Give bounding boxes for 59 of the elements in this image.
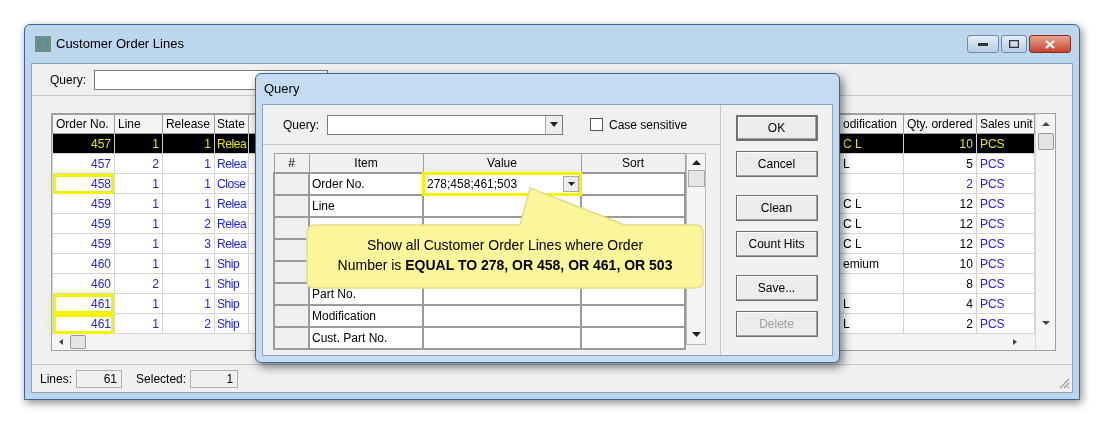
scrollbar-thumb[interactable] xyxy=(687,170,705,187)
scroll-up-icon[interactable] xyxy=(1041,121,1050,127)
query-combo[interactable] xyxy=(327,114,563,135)
minimize-icon xyxy=(978,42,988,46)
checkbox[interactable] xyxy=(590,118,603,131)
scroll-right-icon[interactable] xyxy=(1011,338,1019,346)
selected-label: Selected: xyxy=(136,370,187,388)
maximize-button[interactable] xyxy=(1001,35,1027,53)
lines-label: Lines: xyxy=(40,370,73,388)
window-title: Customer Order Lines xyxy=(56,35,184,54)
table-cell: 459 xyxy=(52,193,115,214)
dropdown-icon xyxy=(550,122,558,127)
dialog-button: Delete xyxy=(735,311,818,337)
minimize-button[interactable] xyxy=(967,35,999,53)
column-header[interactable]: Sales unit xyxy=(976,114,1035,134)
table-cell: 461 xyxy=(52,293,115,314)
column-header[interactable]: Line xyxy=(114,114,163,134)
table-cell: 457 xyxy=(52,133,115,154)
dialog-button[interactable]: Clean xyxy=(735,195,818,221)
column-header[interactable]: Item xyxy=(309,153,423,173)
query-label: Query: xyxy=(283,116,319,134)
column-header[interactable]: State xyxy=(214,114,249,134)
dialog-button[interactable]: Count Hits xyxy=(735,231,818,257)
table-cell: 459 xyxy=(52,233,115,254)
query-label: Query: xyxy=(50,71,86,89)
table-cell: 460 xyxy=(52,253,115,274)
callout-text: Show all Customer Order Lines where Order Number is EQUAL TO 278, OR 458, OR 461, OR 503 xyxy=(336,236,674,275)
dialog-title: Query xyxy=(264,80,300,99)
column-header[interactable]: Sort xyxy=(581,153,685,173)
dialog-button[interactable]: Save... xyxy=(735,275,818,301)
table-cell: 461 xyxy=(52,313,115,334)
table-cell[interactable]: Order No. xyxy=(309,173,423,195)
lines-count: 61 xyxy=(76,369,123,388)
app-icon xyxy=(35,36,51,52)
table-cell: 458 xyxy=(52,173,115,194)
selected-count: 1 xyxy=(190,369,239,388)
table-cell: 457 xyxy=(52,153,115,174)
dialog-button[interactable]: Cancel xyxy=(735,151,818,177)
value-field[interactable]: 278;458;461;503 xyxy=(425,175,579,193)
table-cell: 459 xyxy=(52,213,115,234)
checkbox-label: Case sensitive xyxy=(609,116,688,134)
column-header[interactable]: Release xyxy=(162,114,215,134)
scroll-up-icon[interactable] xyxy=(691,160,701,166)
scroll-left-icon[interactable] xyxy=(57,338,65,346)
column-header[interactable]: Order No. xyxy=(52,114,115,134)
resize-grip-icon[interactable] xyxy=(1058,376,1070,389)
column-header[interactable]: Qty. ordered xyxy=(903,114,977,134)
scroll-down-icon[interactable] xyxy=(691,332,701,338)
scroll-down-icon[interactable] xyxy=(1041,320,1050,326)
dialog-button[interactable]: OK xyxy=(735,115,818,141)
column-header[interactable]: # xyxy=(274,153,309,173)
column-header[interactable]: Value xyxy=(423,153,581,173)
close-button[interactable] xyxy=(1029,35,1071,53)
column-header[interactable]: odification xyxy=(839,114,904,134)
close-icon xyxy=(1045,39,1055,49)
scrollbar-thumb[interactable] xyxy=(1037,133,1054,150)
scrollbar-thumb[interactable] xyxy=(70,335,86,349)
restore-icon xyxy=(1009,40,1019,48)
table-cell: 460 xyxy=(52,273,115,294)
